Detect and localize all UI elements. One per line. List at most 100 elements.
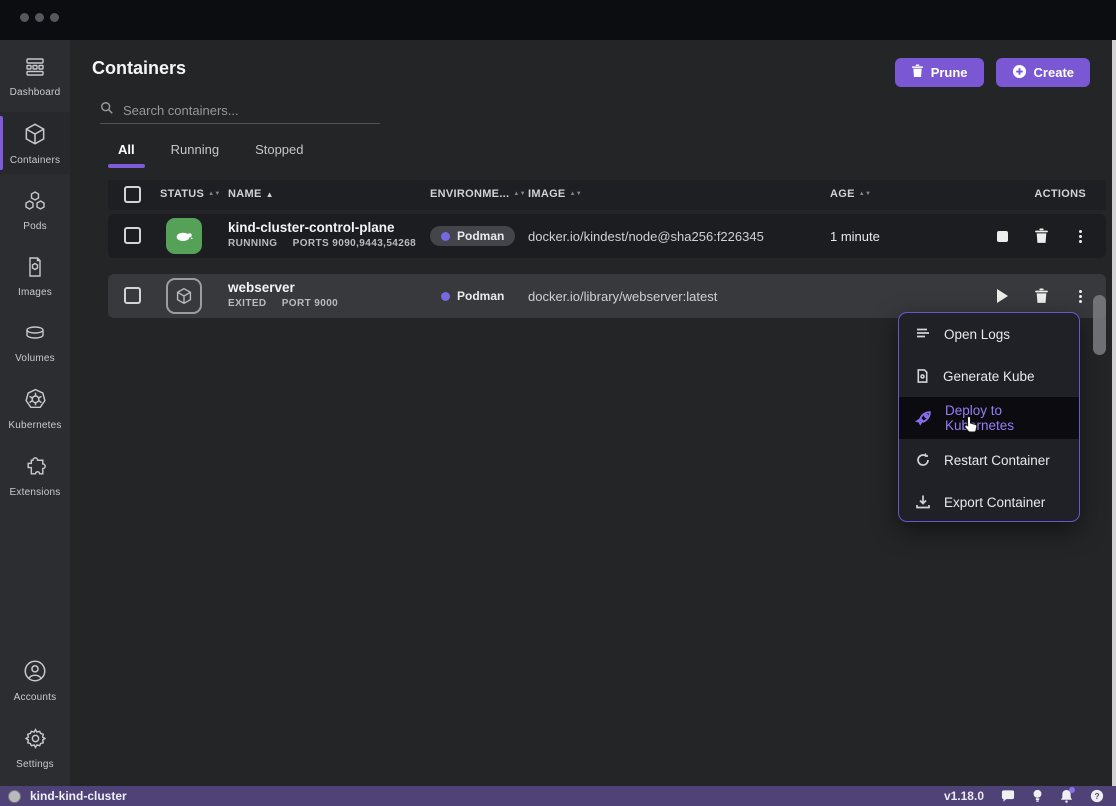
menu-item-restart-container[interactable]: Restart Container	[899, 439, 1079, 481]
kind-logo-icon	[8, 790, 21, 803]
search-bar	[100, 98, 380, 124]
maximize-window-button[interactable]	[50, 13, 59, 22]
environment-badge: Podman	[430, 286, 515, 306]
chat-bubble-icon	[1001, 790, 1015, 803]
column-header-name[interactable]: NAME▲	[228, 188, 274, 200]
exited-status-icon	[166, 278, 202, 314]
row-checkbox[interactable]	[124, 287, 141, 304]
column-header-image[interactable]: IMAGE▲▼	[528, 188, 582, 200]
column-header-environment[interactable]: ENVIRONME...▲▼	[430, 188, 526, 200]
tips-button[interactable]	[1032, 789, 1043, 803]
page-title: Containers	[92, 58, 186, 79]
sidebar-item-label: Images	[18, 287, 52, 298]
minimize-window-button[interactable]	[35, 13, 44, 22]
sidebar-item-volumes[interactable]: Volumes	[0, 312, 70, 372]
titlebar	[0, 0, 1116, 40]
sidebar-item-images[interactable]: Images	[0, 246, 70, 306]
select-all-checkbox[interactable]	[124, 186, 141, 203]
images-icon	[23, 255, 47, 284]
menu-item-generate-kube[interactable]: Generate Kube	[899, 355, 1079, 397]
delete-container-button[interactable]	[1033, 228, 1049, 244]
sidebar-item-label: Settings	[16, 759, 54, 770]
pods-icon	[23, 189, 47, 218]
container-name: kind-cluster-control-plane	[228, 220, 416, 235]
row-menu-button[interactable]	[1072, 228, 1088, 244]
stop-container-button[interactable]	[994, 228, 1010, 244]
sidebar-item-label: Containers	[10, 155, 60, 166]
scrollbar-thumb[interactable]	[1093, 295, 1106, 355]
tab-all[interactable]: All	[108, 142, 145, 166]
sidebar-item-settings[interactable]: Settings	[0, 717, 70, 778]
sidebar-item-label: Pods	[23, 221, 47, 232]
feedback-button[interactable]	[1001, 790, 1015, 803]
container-name-block: kind-cluster-control-plane RUNNING PORTS…	[228, 220, 416, 249]
sidebar-item-extensions[interactable]: Extensions	[0, 445, 70, 506]
environment-cell: Podman	[430, 214, 515, 258]
kube-context-label: kind-kind-cluster	[30, 789, 127, 803]
status-bar-right: v1.18.0 ?	[944, 789, 1104, 803]
trash-icon	[1034, 228, 1049, 244]
close-window-button[interactable]	[20, 13, 29, 22]
podman-dot-icon	[441, 232, 450, 241]
status-bar: kind-kind-cluster v1.18.0 ?	[0, 786, 1116, 806]
container-state: EXITED	[228, 298, 267, 309]
stop-icon	[997, 231, 1008, 242]
row-menu-button[interactable]	[1072, 288, 1088, 304]
sidebar-item-kubernetes[interactable]: Kubernetes	[0, 378, 70, 439]
sidebar-item-label: Dashboard	[10, 87, 61, 98]
start-container-button[interactable]	[994, 288, 1010, 304]
environment-label: Podman	[457, 229, 504, 243]
sidebar-item-containers[interactable]: Containers	[0, 112, 70, 174]
container-state: RUNNING	[228, 238, 277, 249]
tab-running[interactable]: Running	[161, 142, 229, 166]
column-header-status[interactable]: STATUS▲▼	[160, 188, 221, 200]
container-name: webserver	[228, 280, 338, 295]
export-icon	[915, 494, 931, 510]
sidebar-item-accounts[interactable]: Accounts	[0, 649, 70, 711]
running-status-icon	[166, 218, 202, 254]
kube-context-button[interactable]: kind-kind-cluster	[8, 789, 127, 803]
sidebar-item-dashboard[interactable]: Dashboard	[0, 46, 70, 106]
prune-button[interactable]: Prune	[895, 58, 984, 87]
table-row[interactable]: kind-cluster-control-plane RUNNING PORTS…	[108, 214, 1106, 258]
search-input[interactable]	[123, 103, 353, 118]
svg-text:?: ?	[1094, 791, 1099, 801]
scrollbar-track[interactable]	[1112, 40, 1116, 806]
prune-button-label: Prune	[931, 65, 968, 80]
menu-item-open-logs[interactable]: Open Logs	[899, 313, 1079, 355]
notifications-button[interactable]	[1060, 789, 1073, 803]
delete-container-button[interactable]	[1033, 288, 1049, 304]
help-button[interactable]: ?	[1090, 789, 1104, 803]
trash-icon	[911, 64, 924, 81]
sidebar-item-label: Volumes	[15, 353, 55, 364]
container-context-menu: Open Logs Generate Kube Deploy to Kubern…	[898, 312, 1080, 522]
sidebar-item-pods[interactable]: Pods	[0, 180, 70, 240]
lightbulb-icon	[1032, 789, 1043, 803]
sidebar-item-label: Extensions	[10, 487, 61, 498]
notification-dot	[1069, 787, 1075, 793]
menu-item-deploy-to-kubernetes[interactable]: Deploy to Kubernetes	[899, 397, 1079, 439]
container-status-line: RUNNING PORTS 9090,9443,54268	[228, 238, 416, 249]
container-status-line: EXITED PORT 9000	[228, 298, 338, 309]
kube-file-icon	[915, 368, 930, 384]
create-button[interactable]: Create	[996, 58, 1090, 87]
menu-item-export-container[interactable]: Export Container	[899, 481, 1079, 522]
container-ports: PORTS 9090,9443,54268	[293, 238, 416, 249]
column-header-age[interactable]: AGE▲▼	[830, 188, 871, 200]
image-cell: docker.io/kindest/node@sha256:f226345	[528, 214, 764, 258]
plus-circle-icon	[1012, 64, 1027, 82]
dashboard-icon	[23, 55, 47, 84]
image-cell: docker.io/library/webserver:latest	[528, 274, 717, 318]
tab-stopped[interactable]: Stopped	[245, 142, 313, 166]
column-header-actions: ACTIONS	[1034, 188, 1086, 200]
kubernetes-icon	[23, 387, 48, 417]
container-name-block: webserver EXITED PORT 9000	[228, 280, 338, 309]
logs-icon	[915, 326, 931, 342]
row-checkbox[interactable]	[124, 227, 141, 244]
app-version: v1.18.0	[944, 789, 984, 803]
accounts-icon	[22, 658, 48, 689]
sort-icon: ▲▼	[859, 192, 871, 196]
sidebar: Dashboard Containers Pods Images Volumes	[0, 40, 70, 786]
sort-icon: ▲▼	[570, 192, 582, 196]
containers-icon	[22, 121, 48, 152]
